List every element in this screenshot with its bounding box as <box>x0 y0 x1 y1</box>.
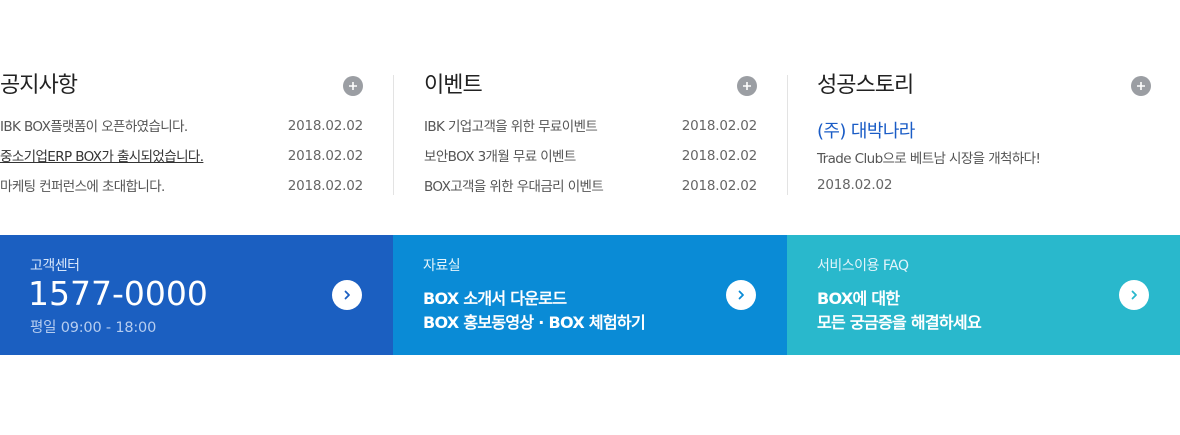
docs-label: 자료실 <box>423 258 461 274</box>
notice-item-date: 2018.02.02 <box>287 178 363 194</box>
divider <box>787 75 788 195</box>
customer-center-label: 고객센터 <box>30 258 80 274</box>
notice-item-link[interactable]: IBK BOX플랫폼이 오픈하였습니다. <box>0 119 188 135</box>
notice-item-link[interactable]: 중소기업ERP BOX가 출시되었습니다. <box>0 149 204 165</box>
customer-center-phone: 1577-0000 <box>28 274 208 313</box>
notice-item-date: 2018.02.02 <box>287 148 363 164</box>
docs-line-2: BOX 홍보동영상 · BOX 체험하기 <box>423 313 646 332</box>
faq-go-button[interactable] <box>1119 280 1149 310</box>
plus-icon <box>349 82 357 90</box>
customer-center-go-button[interactable] <box>332 280 362 310</box>
event-item-link[interactable]: BOX고객을 위한 우대금리 이벤트 <box>424 179 604 195</box>
chevron-right-icon <box>738 290 744 300</box>
notice-title: 공지사항 <box>0 73 78 98</box>
event-board: 이벤트 IBK 기업고객을 위한 무료이벤트 2018.02.02 보안BOX … <box>424 72 757 197</box>
event-item-link[interactable]: IBK 기업고객을 위한 무료이벤트 <box>424 119 598 135</box>
story-company-link[interactable]: (주) 대박나라 <box>817 117 915 143</box>
story-description: Trade Club으로 베트남 시장을 개척하다! <box>817 151 1041 167</box>
story-more-button[interactable] <box>1131 76 1151 96</box>
notice-board: 공지사항 IBK BOX플랫폼이 오픈하였습니다. 2018.02.02 중소기… <box>0 72 363 197</box>
event-list: IBK 기업고객을 위한 무료이벤트 2018.02.02 보안BOX 3개월 … <box>424 116 757 206</box>
chevron-right-icon <box>1131 290 1137 300</box>
list-item: 보안BOX 3개월 무료 이벤트 2018.02.02 <box>424 146 757 176</box>
list-item: BOX고객을 위한 우대금리 이벤트 2018.02.02 <box>424 176 757 206</box>
customer-center-banner[interactable]: 고객센터 1577-0000 평일 09:00 - 18:00 <box>0 235 393 355</box>
notice-item-link[interactable]: 마케팅 컨퍼런스에 초대합니다. <box>0 179 165 195</box>
event-item-link[interactable]: 보안BOX 3개월 무료 이벤트 <box>424 149 576 165</box>
list-item: IBK BOX플랫폼이 오픈하였습니다. 2018.02.02 <box>0 116 363 146</box>
event-title: 이벤트 <box>424 73 483 98</box>
event-more-button[interactable] <box>737 76 757 96</box>
notice-item-date: 2018.02.02 <box>287 118 363 134</box>
notice-more-button[interactable] <box>343 76 363 96</box>
plus-icon <box>1137 82 1145 90</box>
story-title: 성공스토리 <box>817 73 914 98</box>
customer-center-hours: 평일 09:00 - 18:00 <box>30 320 157 336</box>
plus-icon <box>743 82 751 90</box>
story-date: 2018.02.02 <box>817 177 893 193</box>
docs-go-button[interactable] <box>726 280 756 310</box>
event-item-date: 2018.02.02 <box>681 148 757 164</box>
divider <box>393 75 394 195</box>
banner-section: 고객센터 1577-0000 평일 09:00 - 18:00 자료실 BOX … <box>0 235 1180 355</box>
chevron-right-icon <box>344 290 350 300</box>
faq-banner[interactable]: 서비스이용 FAQ BOX에 대한 모든 궁금증을 해결하세요 <box>787 235 1180 355</box>
list-item: IBK 기업고객을 위한 무료이벤트 2018.02.02 <box>424 116 757 146</box>
event-item-date: 2018.02.02 <box>681 178 757 194</box>
story-board: 성공스토리 (주) 대박나라 Trade Club으로 베트남 시장을 개척하다… <box>817 72 1151 197</box>
event-item-date: 2018.02.02 <box>681 118 757 134</box>
faq-line-1: BOX에 대한 <box>817 289 900 308</box>
board-section: 공지사항 IBK BOX플랫폼이 오픈하였습니다. 2018.02.02 중소기… <box>0 72 1180 197</box>
list-item: 마케팅 컨퍼런스에 초대합니다. 2018.02.02 <box>0 176 363 206</box>
faq-line-2: 모든 궁금증을 해결하세요 <box>817 313 982 332</box>
docs-banner[interactable]: 자료실 BOX 소개서 다운로드 BOX 홍보동영상 · BOX 체험하기 <box>393 235 787 355</box>
list-item: 중소기업ERP BOX가 출시되었습니다. 2018.02.02 <box>0 146 363 176</box>
faq-label: 서비스이용 FAQ <box>817 258 909 274</box>
notice-list: IBK BOX플랫폼이 오픈하였습니다. 2018.02.02 중소기업ERP … <box>0 116 363 206</box>
docs-line-1: BOX 소개서 다운로드 <box>423 289 567 308</box>
